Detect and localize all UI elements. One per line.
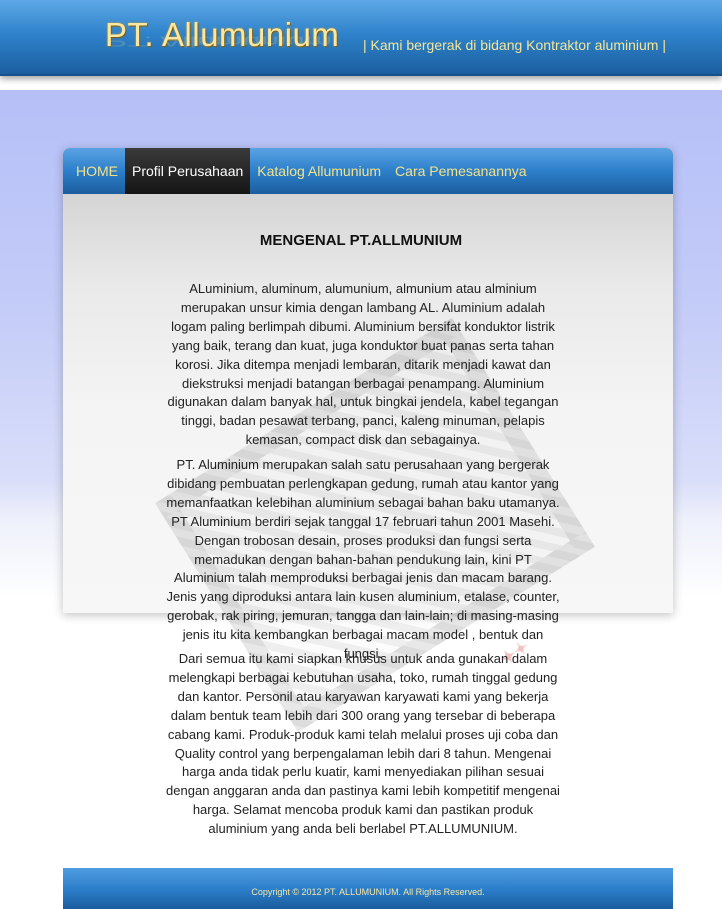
nav-cara-pemesanannya[interactable]: Cara Pemesanannya — [388, 148, 534, 194]
nav-katalog-allumunium[interactable]: Katalog Allumunium — [250, 148, 388, 194]
header-bar: PT. Allumunium PT. Allumunium | Kami ber… — [0, 0, 722, 76]
site-tagline: | Kami bergerak di bidang Kontraktor alu… — [363, 37, 666, 53]
company-paragraph: PT. Aluminium merupakan salah satu perus… — [166, 457, 560, 662]
nav-home[interactable]: HOME — [63, 148, 125, 194]
services-paragraph: Dari semua itu kami siapkan khusus untuk… — [166, 651, 560, 837]
copyright-text: Copyright © 2012 PT. ALLUMUNIUM. All Rig… — [251, 887, 485, 897]
nav-profil-perusahaan[interactable]: Profil Perusahaan — [125, 148, 251, 194]
intro-paragraph: ALuminium, aluminum, alumunium, almunium… — [167, 281, 559, 448]
footer-bar: Copyright © 2012 PT. ALLUMUNIUM. All Rig… — [63, 868, 673, 909]
site-logo[interactable]: PT. Allumunium — [105, 16, 339, 54]
main-nav: HOME Profil Perusahaan Katalog Allumuniu… — [63, 148, 673, 194]
page-title: MENGENAL PT.ALLMUNIUM — [259, 232, 463, 249]
